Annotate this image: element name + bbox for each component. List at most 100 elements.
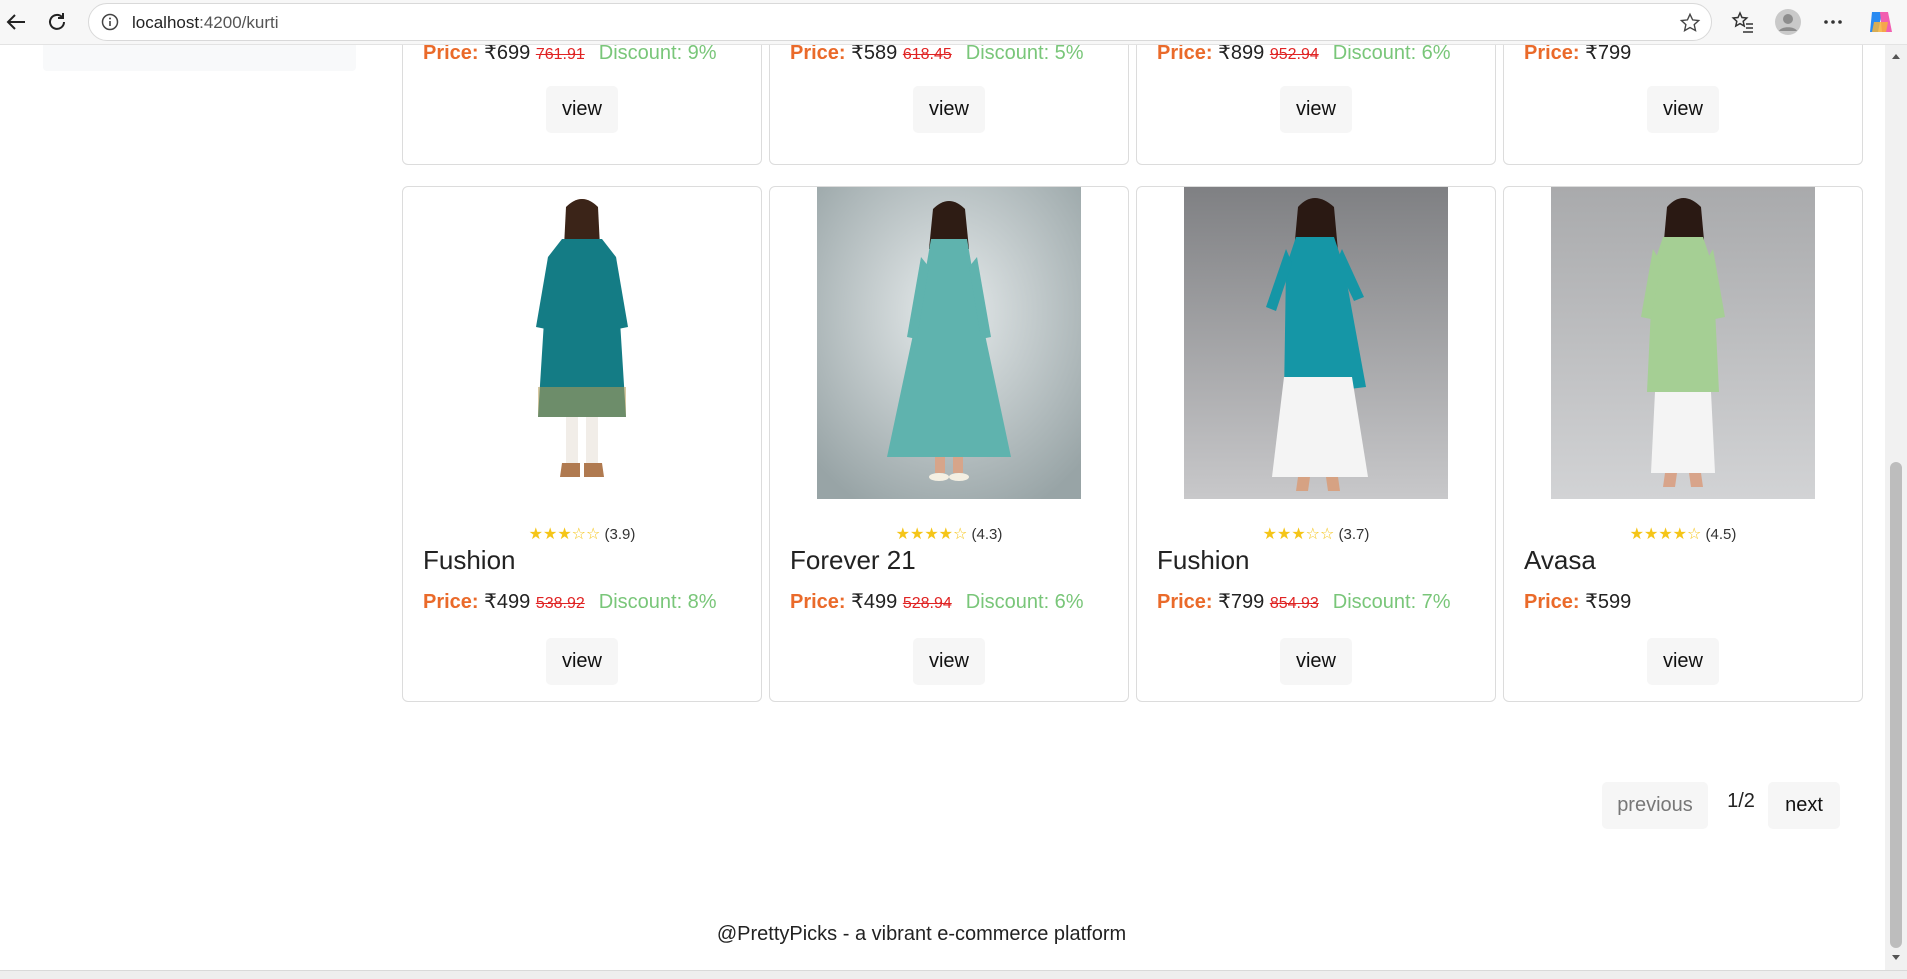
copilot-button[interactable] <box>1864 6 1896 38</box>
view-button[interactable]: view <box>1647 638 1719 685</box>
profile-button[interactable] <box>1772 6 1804 38</box>
price-line: Price: ₹799 <box>1524 45 1631 65</box>
price-label: Price: <box>1524 591 1580 613</box>
product-image[interactable] <box>1184 187 1448 499</box>
favorites-list-icon <box>1731 11 1753 33</box>
page-indicator: 1/2 <box>1727 790 1755 812</box>
next-button[interactable]: next <box>1768 782 1840 829</box>
view-button[interactable]: view <box>1280 86 1352 133</box>
back-button[interactable] <box>0 6 32 38</box>
reload-icon <box>49 13 65 30</box>
kurti-model-image <box>1184 187 1448 499</box>
product-card: ★★★☆☆ (3.9) Fushion Price: ₹499 538.92 Di… <box>402 186 762 702</box>
product-card: Price: ₹589 618.45 Discount: 5% view <box>769 45 1129 165</box>
original-price: 761.91 <box>535 46 585 63</box>
rating-value: (3.7) <box>1338 526 1370 543</box>
product-brand: Fushion <box>1157 545 1250 575</box>
back-arrow-icon <box>6 14 25 30</box>
discount-text: Discount: 9% <box>598 45 717 64</box>
product-image[interactable] <box>450 187 714 499</box>
scroll-up-arrow-icon[interactable] <box>1890 51 1902 63</box>
favorite-star-icon[interactable] <box>1679 12 1701 34</box>
reload-button[interactable] <box>41 6 73 38</box>
rating-value: (4.3) <box>971 526 1003 543</box>
product-card: Price: ₹799 view <box>1503 45 1863 165</box>
price-value: ₹599 <box>1585 591 1632 613</box>
view-button[interactable]: view <box>1280 638 1352 685</box>
window-bottom-edge <box>0 970 1907 979</box>
page-scrollbar[interactable] <box>1885 45 1907 970</box>
page-content: Price: ₹699 761.91 Discount: 9% view Pric… <box>0 45 1885 970</box>
price-line: Price: ₹899 952.94 Discount: 6% <box>1157 45 1451 65</box>
price-label: Price: <box>790 591 846 613</box>
previous-button[interactable]: previous <box>1602 782 1708 829</box>
discount-text: Discount: 7% <box>1332 591 1451 613</box>
price-label: Price: <box>1157 45 1213 64</box>
url-path: :4200/kurti <box>199 13 279 32</box>
copilot-icon <box>1870 12 1892 32</box>
scroll-down-arrow-icon[interactable] <box>1890 951 1902 963</box>
site-info-icon[interactable] <box>101 13 119 31</box>
price-label: Price: <box>423 45 479 64</box>
price-value: ₹499 <box>851 591 898 613</box>
price-line: Price: ₹699 761.91 Discount: 9% <box>423 45 717 65</box>
price-value: ₹899 <box>1218 45 1265 64</box>
url-host: localhost <box>132 13 200 32</box>
price-value: ₹589 <box>851 45 898 64</box>
kurti-model-image <box>1551 187 1815 499</box>
product-rating: ★★★★☆ (4.5) <box>1504 524 1862 544</box>
original-price: 854.93 <box>1269 595 1319 612</box>
more-dots-icon <box>1824 20 1842 24</box>
discount-text: Discount: 6% <box>1332 45 1451 64</box>
product-card: Price: ₹899 952.94 Discount: 6% view <box>1136 45 1496 165</box>
price-line: Price: ₹589 618.45 Discount: 5% <box>790 45 1084 65</box>
product-image[interactable] <box>817 187 1081 499</box>
product-card: Price: ₹699 761.91 Discount: 9% view <box>402 45 762 165</box>
price-value: ₹799 <box>1218 591 1265 613</box>
product-rating: ★★★★☆ (4.3) <box>770 524 1128 544</box>
product-card: ★★★☆☆ (3.7) Fushion Price: ₹799 854.93 Di… <box>1136 186 1496 702</box>
discount-text: Discount: 6% <box>965 591 1084 613</box>
footer-text: @PrettyPicks - a vibrant e-commerce plat… <box>716 923 1127 945</box>
discount-text: Discount: 8% <box>598 591 717 613</box>
rating-stars-icon: ★★★☆☆ <box>1262 526 1335 543</box>
view-button[interactable]: view <box>913 86 985 133</box>
price-label: Price: <box>790 45 846 64</box>
view-button[interactable]: view <box>1647 86 1719 133</box>
scrollbar-thumb[interactable] <box>1890 462 1902 948</box>
more-menu-button[interactable] <box>1817 6 1849 38</box>
footer: @PrettyPicks - a vibrant e-commerce plat… <box>0 923 1885 946</box>
original-price: 618.45 <box>902 46 952 63</box>
price-value: ₹699 <box>484 45 531 64</box>
view-button[interactable]: view <box>546 638 618 685</box>
favorites-button[interactable] <box>1727 6 1759 38</box>
kurti-model-image <box>450 187 714 499</box>
rating-stars-icon: ★★★★☆ <box>895 526 968 543</box>
price-line: Price: ₹799 854.93 Discount: 7% <box>1157 589 1451 614</box>
price-label: Price: <box>1524 45 1580 64</box>
pagination: previous 1/2 next <box>0 782 1885 832</box>
view-button[interactable]: view <box>913 638 985 685</box>
price-line: Price: ₹599 <box>1524 589 1631 614</box>
address-bar[interactable]: localhost:4200/kurti <box>88 3 1712 41</box>
original-price: 528.94 <box>902 595 952 612</box>
product-brand: Fushion <box>423 545 516 575</box>
price-label: Price: <box>1157 591 1213 613</box>
product-card: ★★★★☆ (4.3) Forever 21 Price: ₹499 528.9… <box>769 186 1129 702</box>
price-value: ₹499 <box>484 591 531 613</box>
price-line: Price: ₹499 528.94 Discount: 6% <box>790 589 1084 614</box>
rating-stars-icon: ★★★☆☆ <box>528 526 601 543</box>
product-rating: ★★★☆☆ (3.9) <box>403 524 761 544</box>
rating-value: (4.5) <box>1705 526 1737 543</box>
sidebar-panel <box>43 45 356 71</box>
url-text: localhost:4200/kurti <box>132 13 279 33</box>
rating-stars-icon: ★★★★☆ <box>1629 526 1702 543</box>
browser-toolbar: localhost:4200/kurti <box>0 0 1907 45</box>
rating-value: (3.9) <box>604 526 636 543</box>
price-line: Price: ₹499 538.92 Discount: 8% <box>423 589 717 614</box>
product-image[interactable] <box>1551 187 1815 499</box>
original-price: 952.94 <box>1269 46 1319 63</box>
view-button[interactable]: view <box>546 86 618 133</box>
profile-avatar-icon <box>1775 9 1801 35</box>
price-label: Price: <box>423 591 479 613</box>
